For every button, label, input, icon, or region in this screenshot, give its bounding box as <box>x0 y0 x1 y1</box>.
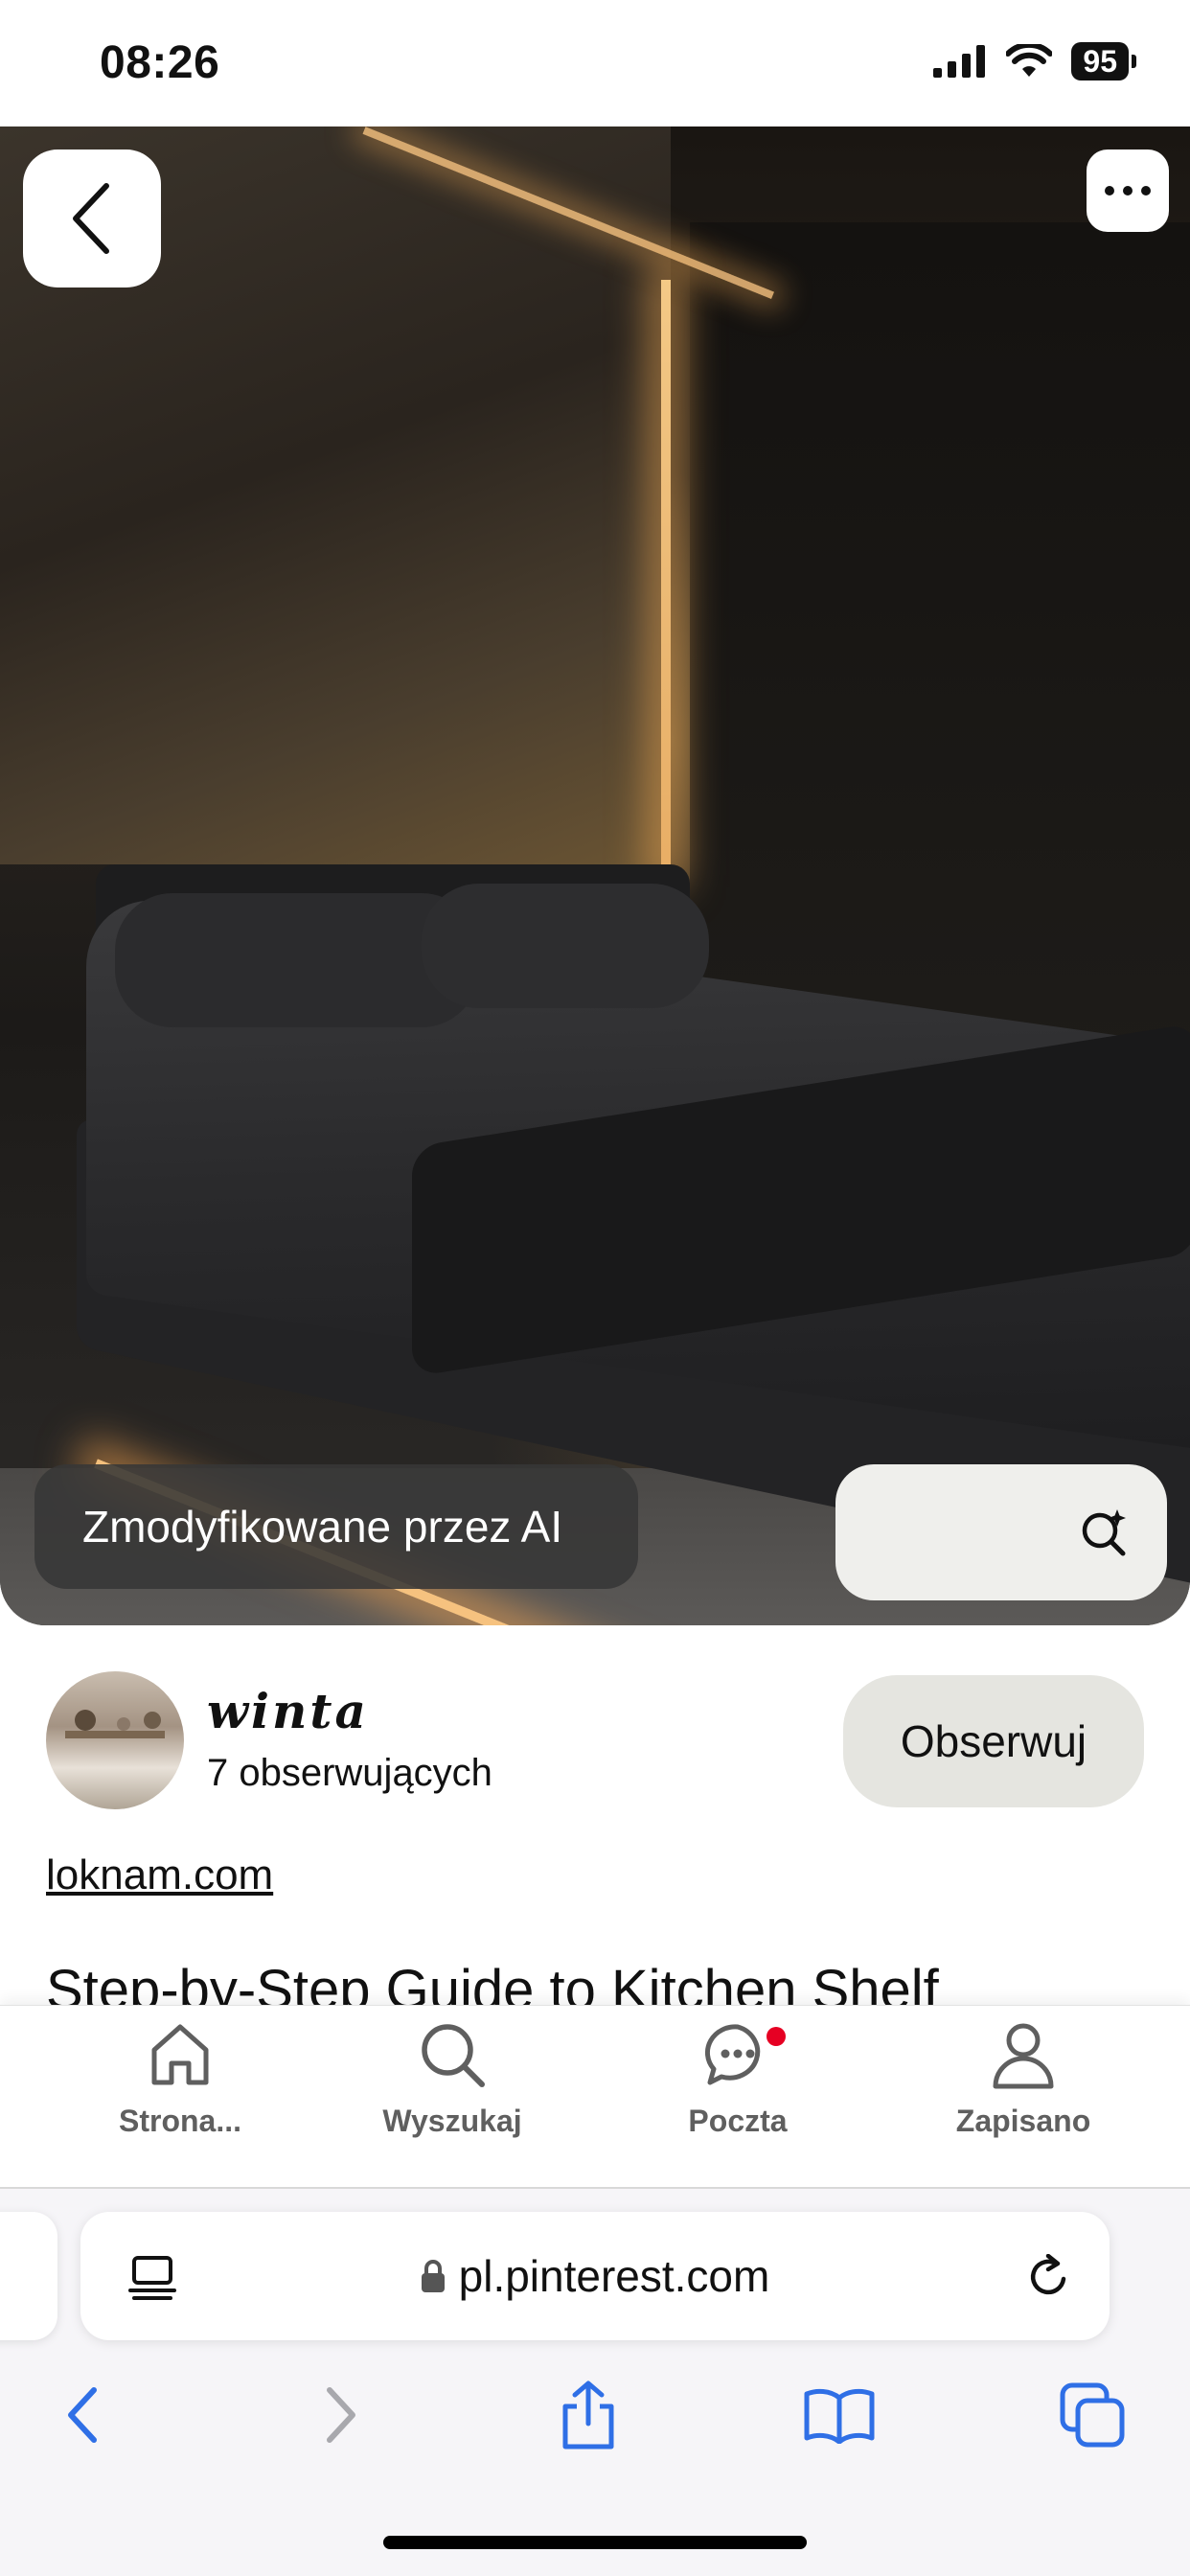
chat-icon <box>704 2024 761 2085</box>
url-text: pl.pinterest.com <box>458 2251 770 2301</box>
address-bar[interactable]: pl.pinterest.com <box>80 2212 1110 2340</box>
visual-search-button[interactable] <box>835 1464 1167 1600</box>
ai-modified-badge[interactable]: Zmodyfikowane przez AI <box>34 1464 638 1589</box>
nav-label-search: Wyszukaj <box>382 2104 522 2138</box>
nav-label-saved: Zapisano <box>955 2104 1091 2138</box>
search-icon <box>422 2024 485 2087</box>
back-button[interactable] <box>23 150 161 288</box>
image-pillow <box>422 884 709 1008</box>
image-led-vertical <box>661 280 671 874</box>
home-icon <box>151 2024 209 2085</box>
bottom-nav: Strona... Wyszukaj Poczta Zapisano <box>0 2005 1190 2189</box>
chevron-left-icon <box>73 183 109 254</box>
ellipsis-icon <box>1105 186 1151 196</box>
share-icon <box>562 2380 614 2450</box>
nav-label-home: Strona... <box>118 2104 241 2138</box>
reload-icon[interactable] <box>1025 2254 1071 2300</box>
follower-count: 7 obserwujących <box>207 1752 492 1794</box>
browser-forward-button[interactable] <box>303 2377 379 2453</box>
status-time: 08:26 <box>100 37 220 88</box>
tabs-icon <box>1060 2382 1125 2448</box>
wifi-icon <box>1006 44 1053 77</box>
status-bar: 08:26 95 <box>0 0 1190 126</box>
nav-item-saved[interactable]: Zapisano <box>899 2019 1148 2139</box>
pin-image[interactable] <box>0 126 1190 1625</box>
creator-avatar[interactable] <box>46 1671 184 1809</box>
follow-button[interactable]: Obserwuj <box>843 1675 1144 1807</box>
previous-tab-peek[interactable] <box>0 2212 57 2340</box>
profile-icon <box>993 2023 1054 2089</box>
nav-item-home[interactable]: Strona... <box>56 2019 305 2139</box>
nav-item-search[interactable]: Wyszukaj <box>328 2019 577 2139</box>
notification-dot <box>767 2027 786 2046</box>
tabs-button[interactable] <box>1054 2377 1131 2453</box>
lock-icon <box>421 2260 445 2292</box>
source-link[interactable]: loknam.com <box>46 1852 273 1899</box>
home-indicator <box>383 2536 807 2549</box>
creator-name[interactable]: winta <box>207 1683 369 1739</box>
status-icons: 95 <box>933 42 1136 80</box>
chevron-left-icon <box>68 2387 97 2443</box>
signal-icon <box>933 45 986 78</box>
battery-indicator: 95 <box>1071 42 1136 80</box>
browser-back-button[interactable] <box>44 2377 121 2453</box>
image-right-wall <box>690 222 1190 1085</box>
visual-search-icon <box>1082 1509 1126 1556</box>
nav-item-inbox[interactable]: Poczta <box>613 2019 862 2139</box>
book-icon <box>804 2388 875 2444</box>
chevron-right-icon <box>327 2387 355 2443</box>
more-options-button[interactable] <box>1087 150 1169 232</box>
nav-label-inbox: Poczta <box>688 2104 788 2138</box>
url-display[interactable]: pl.pinterest.com <box>80 2212 1110 2340</box>
bookmarks-button[interactable] <box>801 2377 878 2453</box>
share-button[interactable] <box>550 2377 627 2453</box>
